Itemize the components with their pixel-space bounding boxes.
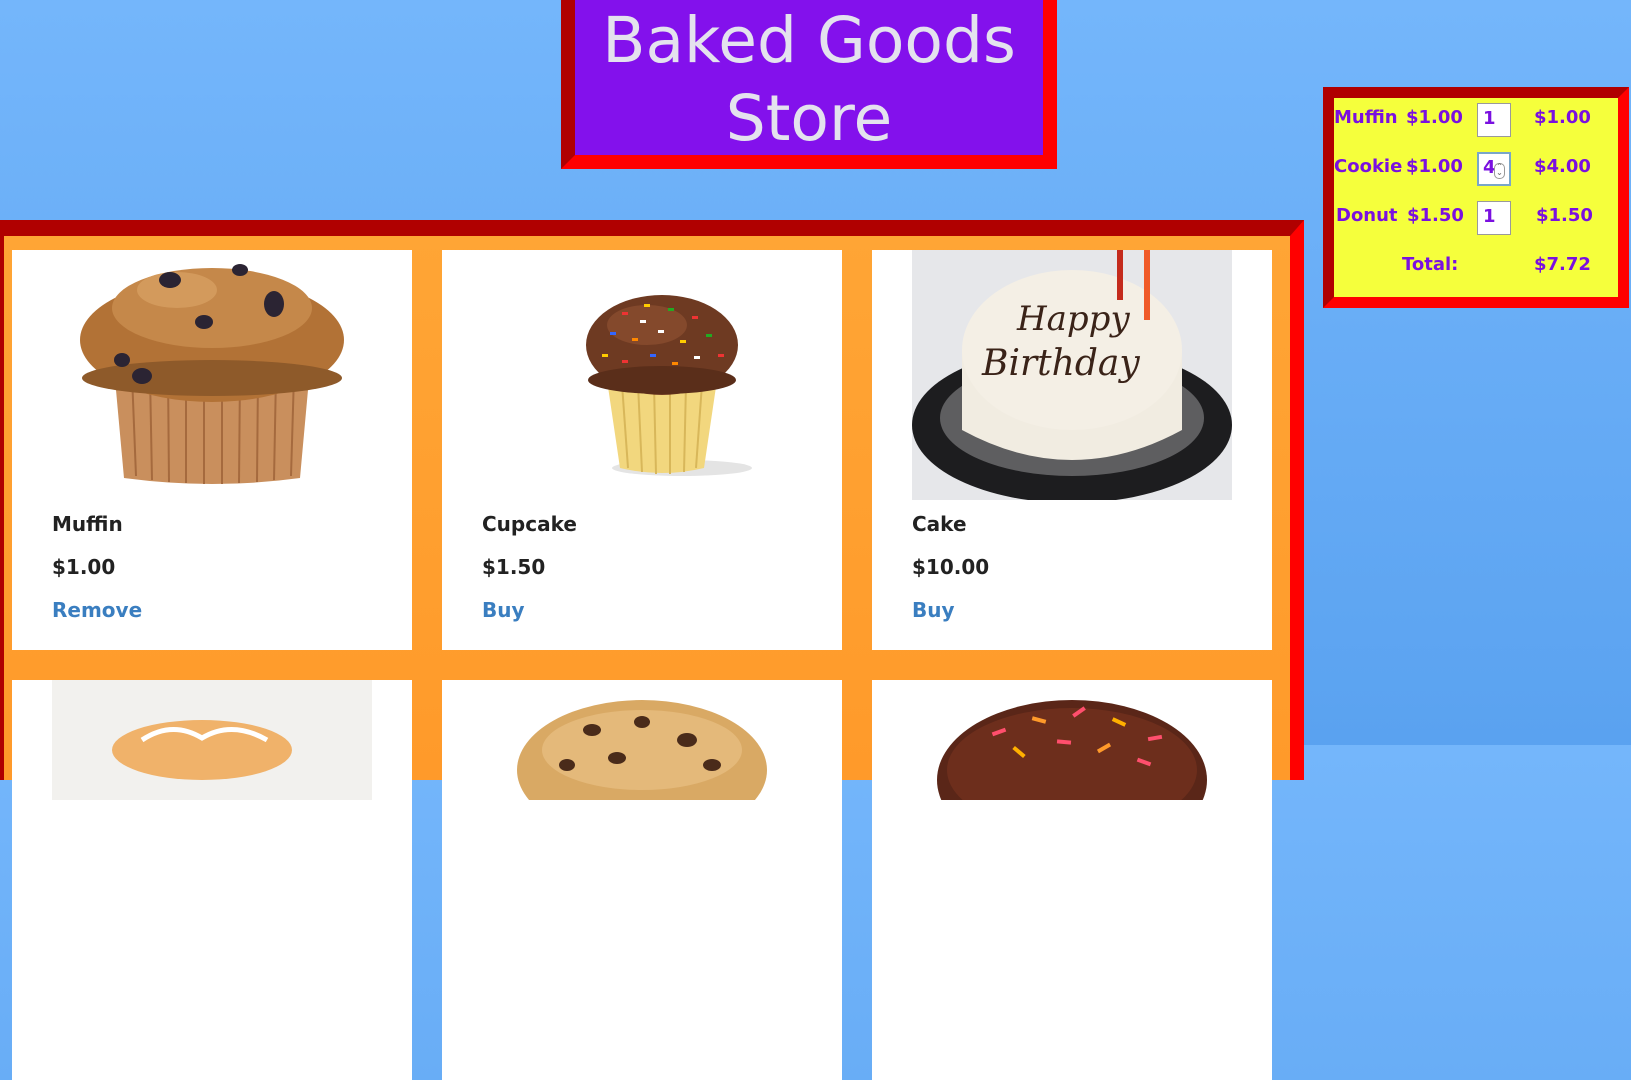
product-grid: Muffin $1.00 Remove Cupcake $1.50 Buy Ha…	[0, 220, 1304, 1080]
cupcake-image	[482, 250, 802, 500]
store-title-line-1: Baked Goods	[602, 3, 1016, 77]
cart-item-subtotal: $1.00	[1534, 107, 1591, 128]
cart-total-label: Total:	[1402, 254, 1459, 275]
quantity-input[interactable]: 1	[1477, 103, 1511, 137]
product-card-row2-2	[442, 680, 842, 1080]
muffin-image	[52, 250, 372, 500]
cart-item-price: $1.50	[1407, 205, 1464, 226]
store-title-line-2: Store	[725, 81, 893, 155]
cart-item-name: Muffin	[1334, 107, 1398, 128]
cake-text-line-1: Happy	[1016, 299, 1130, 339]
quantity-stepper[interactable]: ⌃ ⌄	[1494, 163, 1505, 179]
buy-button[interactable]: Buy	[482, 598, 525, 622]
product-price: $1.50	[482, 555, 546, 579]
cart-item-price: $1.00	[1406, 156, 1463, 177]
store-title-box: Baked Goods Store	[561, 0, 1057, 169]
cart-item-subtotal: $1.50	[1536, 205, 1593, 226]
product-card-row2-3	[872, 680, 1272, 1080]
cake-image: Happy Birthday	[912, 250, 1232, 500]
cart-total-value: $7.72	[1534, 254, 1591, 275]
product-name: Muffin	[52, 512, 123, 536]
cart-item-subtotal: $4.00	[1534, 156, 1591, 177]
buy-button[interactable]: Buy	[912, 598, 955, 622]
product-card-row2-1	[12, 680, 412, 1080]
product-name: Cake	[912, 512, 967, 536]
product-card-muffin: Muffin $1.00 Remove	[12, 250, 412, 650]
cake-text-line-2: Birthday	[981, 343, 1140, 384]
pastry-image	[52, 680, 372, 800]
product-price: $1.00	[52, 555, 116, 579]
remove-button[interactable]: Remove	[52, 598, 142, 622]
product-card-cake: Happy Birthday Cake $10.00 Buy	[872, 250, 1272, 650]
cart-item-price: $1.00	[1406, 107, 1463, 128]
quantity-input[interactable]: 1	[1477, 201, 1511, 235]
shopping-cart: Muffin $1.00 1 $1.00 Cookie $1.00 4 ⌃ ⌄ $…	[1323, 87, 1629, 308]
donut-image	[912, 680, 1232, 800]
product-card-cupcake: Cupcake $1.50 Buy	[442, 250, 842, 650]
cart-item-name: Cookie	[1334, 156, 1403, 177]
product-name: Cupcake	[482, 512, 577, 536]
cookie-image	[482, 680, 802, 800]
store-title: Baked Goods Store	[602, 2, 1016, 158]
cart-item-name: Donut	[1336, 205, 1398, 226]
product-price: $10.00	[912, 555, 990, 579]
quantity-input[interactable]: 4 ⌃ ⌄	[1477, 152, 1511, 186]
